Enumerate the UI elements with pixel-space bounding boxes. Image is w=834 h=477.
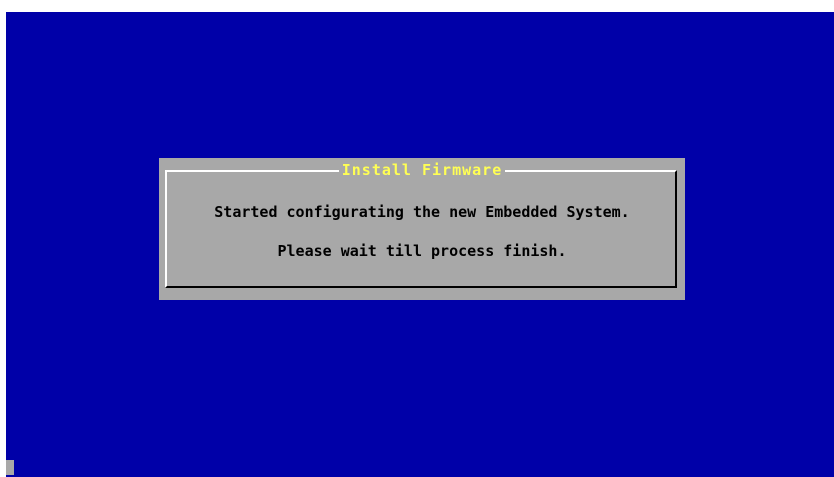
- dialog-title-text: Install Firmware: [338, 161, 506, 179]
- text-cursor: [6, 460, 14, 475]
- dialog-frame: [165, 170, 677, 288]
- install-firmware-dialog: Install Firmware Started configurating t…: [159, 158, 685, 300]
- status-message: Started configurating the new Embedded S…: [214, 203, 630, 221]
- wait-message: Please wait till process finish.: [277, 242, 567, 260]
- dialog-title: Install Firmware: [159, 160, 685, 180]
- console-screen: Install Firmware Started configurating t…: [6, 12, 834, 477]
